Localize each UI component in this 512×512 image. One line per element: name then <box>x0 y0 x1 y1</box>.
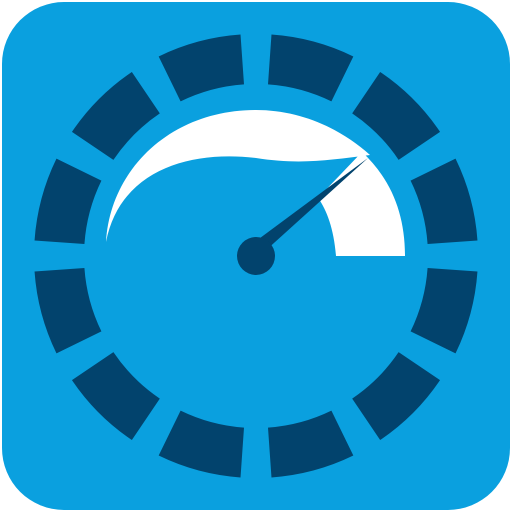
speedometer-icon <box>2 2 510 510</box>
speedometer-app-icon[interactable] <box>0 0 512 512</box>
gauge-needle-hub <box>237 237 275 275</box>
